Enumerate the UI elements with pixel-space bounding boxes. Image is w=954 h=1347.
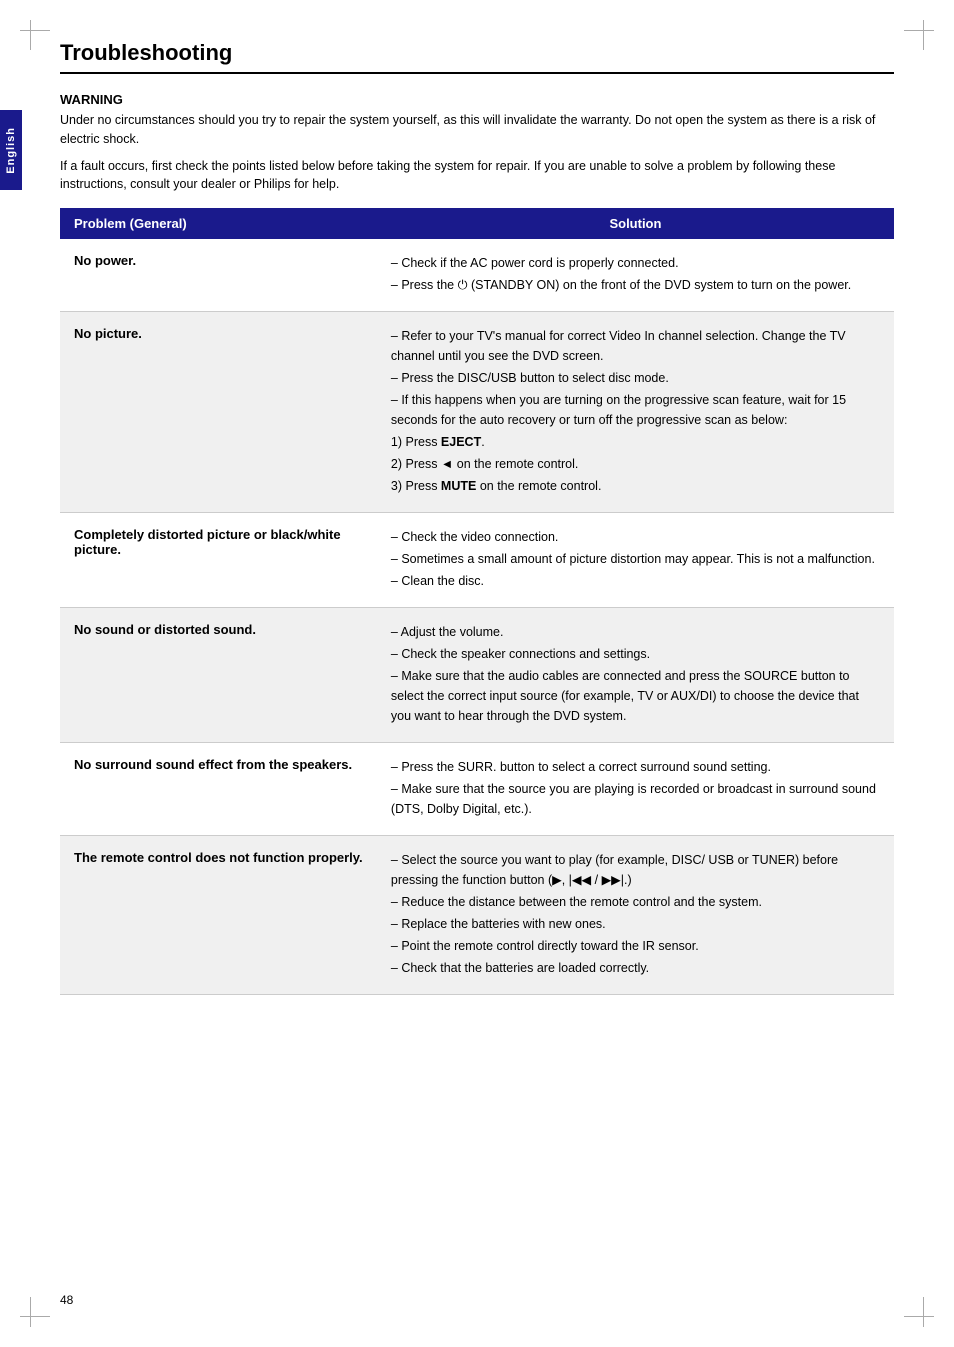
solution-item: – Check the video connection. [391, 527, 880, 547]
side-tab-label: English [5, 127, 17, 174]
solution-item: 2) Press ◄ on the remote control. [391, 454, 880, 474]
problem-cell: No picture. [60, 312, 377, 513]
solution-item: – Make sure that the audio cables are co… [391, 666, 880, 726]
corner-mark-bl-h [20, 1316, 50, 1317]
corner-mark-br-h [904, 1316, 934, 1317]
problem-cell: No sound or distorted sound. [60, 608, 377, 743]
corner-mark-bl-v [30, 1297, 31, 1327]
solution-item: – Point the remote control directly towa… [391, 936, 880, 956]
solution-cell: – Check if the AC power cord is properly… [377, 239, 894, 312]
col-header-solution: Solution [377, 208, 894, 239]
warning-text1: Under no circumstances should you try to… [60, 111, 894, 149]
solution-item: 1) Press EJECT. [391, 432, 880, 452]
col-header-problem: Problem (General) [60, 208, 377, 239]
solution-item: – Reduce the distance between the remote… [391, 892, 880, 912]
warning-section: WARNING Under no circumstances should yo… [60, 92, 894, 194]
solution-item: – Sometimes a small amount of picture di… [391, 549, 880, 569]
table-header-row: Problem (General) Solution [60, 208, 894, 239]
solution-item: – Press the SURR. button to select a cor… [391, 757, 880, 777]
page-title: Troubleshooting [60, 40, 894, 74]
problem-cell: Completely distorted picture or black/wh… [60, 513, 377, 608]
solution-item: – Make sure that the source you are play… [391, 779, 880, 819]
solution-cell: – Check the video connection.– Sometimes… [377, 513, 894, 608]
table-row: No surround sound effect from the speake… [60, 743, 894, 836]
page-container: English Troubleshooting WARNING Under no… [0, 0, 954, 1347]
solution-cell: – Press the SURR. button to select a cor… [377, 743, 894, 836]
table-row: No power. – Check if the AC power cord is… [60, 239, 894, 312]
corner-mark-br-v [923, 1297, 924, 1327]
problem-cell: No surround sound effect from the speake… [60, 743, 377, 836]
solution-cell: – Select the source you want to play (fo… [377, 836, 894, 995]
solution-item: – Select the source you want to play (fo… [391, 850, 880, 890]
solution-cell: – Refer to your TV's manual for correct … [377, 312, 894, 513]
side-tab: English [0, 110, 22, 190]
page-number: 48 [60, 1293, 73, 1307]
troubleshooting-table: Problem (General) Solution No power. – Ch… [60, 208, 894, 995]
table-row: No picture. – Refer to your TV's manual f… [60, 312, 894, 513]
warning-text2: If a fault occurs, first check the point… [60, 157, 894, 195]
solution-item: – Replace the batteries with new ones. [391, 914, 880, 934]
solution-item: – Check that the batteries are loaded co… [391, 958, 880, 978]
problem-cell: No power. [60, 239, 377, 312]
solution-item: – Check the speaker connections and sett… [391, 644, 880, 664]
solution-item: – Refer to your TV's manual for correct … [391, 326, 880, 366]
solution-item: – If this happens when you are turning o… [391, 390, 880, 430]
corner-mark-tr-v [923, 20, 924, 50]
warning-label: WARNING [60, 92, 894, 107]
solution-item: 3) Press MUTE on the remote control. [391, 476, 880, 496]
corner-mark-tr-h [904, 30, 934, 31]
corner-mark-tl-h [20, 30, 50, 31]
solution-item: – Press the DISC/USB button to select di… [391, 368, 880, 388]
table-row: The remote control does not function pro… [60, 836, 894, 995]
solution-item: – Adjust the volume. [391, 622, 880, 642]
solution-item: – Clean the disc. [391, 571, 880, 591]
table-row: No sound or distorted sound.– Adjust the… [60, 608, 894, 743]
solution-item: – Press the ⏻ (STANDBY ON) on the front … [391, 275, 880, 295]
solution-item: – Check if the AC power cord is properly… [391, 253, 880, 273]
problem-cell: The remote control does not function pro… [60, 836, 377, 995]
table-row: Completely distorted picture or black/wh… [60, 513, 894, 608]
corner-mark-tl-v [30, 20, 31, 50]
solution-cell: – Adjust the volume.– Check the speaker … [377, 608, 894, 743]
